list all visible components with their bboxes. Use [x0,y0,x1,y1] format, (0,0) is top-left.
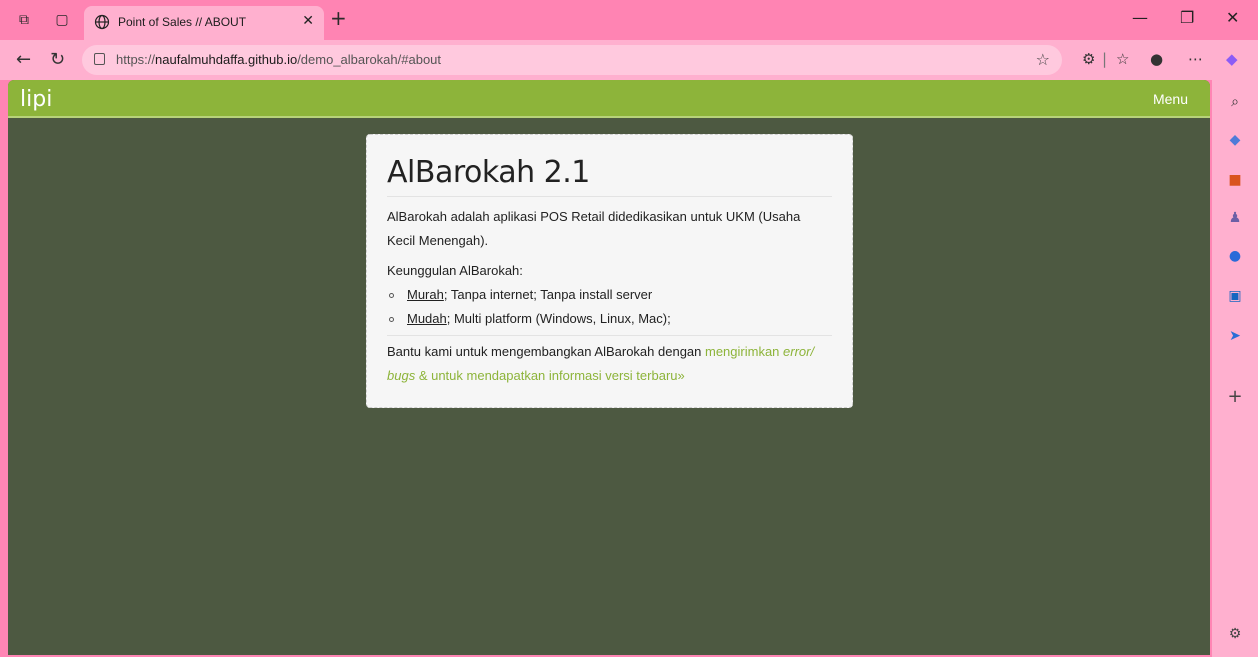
url-text[interactable]: https://naufalmuhdaffa.github.io/demo_al… [116,52,441,67]
games-icon[interactable]: ♟ [1225,208,1245,228]
browser-sidebar: ⌕ ◆ ■ ♟ ● ▣ ➤ + ⚙ [1212,80,1258,657]
advantage-keyword: Murah [407,287,444,302]
globe-icon [94,14,110,30]
toolbar-divider: | [1102,50,1108,68]
tools-briefcase-icon[interactable]: ■ [1225,170,1245,190]
add-sidebar-item-icon[interactable]: + [1225,386,1245,407]
extensions-icon[interactable]: ⚙ [1082,50,1095,68]
advantage-text: ; Multi platform (Windows, Linux, Mac); [446,311,671,326]
advantage-text: ; Tanpa internet; Tanpa install server [443,287,653,302]
favorite-star-icon[interactable]: ☆ [1036,50,1050,69]
tab-actions-icon[interactable]: ▢ [52,10,72,30]
site-brand[interactable]: lipi [20,87,52,112]
footer-text: Bantu kami untuk mengembangkan AlBarokah… [387,344,815,383]
favorites-icon[interactable]: ☆ [1116,50,1129,68]
workspaces-icon[interactable]: ⧉ [14,10,34,30]
intro-text: AlBarokah adalah aplikasi POS Retail did… [387,209,801,248]
advantage-keyword: Mudah [407,311,447,326]
search-icon[interactable]: ⌕ [1225,92,1245,112]
outlook-icon[interactable]: ▣ [1225,286,1245,306]
page-viewport: lipi Menu AlBarokah 2.1 AlBarokah adalah… [8,80,1210,655]
drop-send-icon[interactable]: ➤ [1225,326,1245,346]
lock-icon [94,53,105,65]
bullet-icon [389,317,394,322]
restore-icon[interactable]: ❐ [1180,8,1194,27]
microsoft-365-icon[interactable]: ● [1225,246,1245,266]
page-title: AlBarokah 2.1 [387,155,832,197]
divider [387,335,832,336]
browser-title-bar: ⧉ ▢ Point of Sales // ABOUT ✕ + — ❐ ✕ [0,0,1258,40]
about-card: AlBarokah 2.1 AlBarokah adalah aplikasi … [366,134,853,408]
minimize-icon[interactable]: — [1132,8,1148,27]
close-tab-icon[interactable]: ✕ [302,13,314,29]
advantages-heading: Keunggulan AlBarokah: [387,263,523,278]
copilot-icon[interactable]: ◆ [1226,50,1238,68]
address-bar-row: ← ↻ https://naufalmuhdaffa.github.io/dem… [0,40,1258,80]
sidebar-settings-icon[interactable]: ⚙ [1225,624,1245,644]
new-tab-icon[interactable]: + [330,8,347,28]
menu-button[interactable]: Menu [1153,91,1188,107]
more-options-icon[interactable]: ⋯ [1188,50,1203,68]
close-window-icon[interactable]: ✕ [1226,8,1239,27]
advantages-list: Murah; Tanpa internet; Tanpa install ser… [389,283,832,331]
profile-avatar-icon[interactable]: ● [1150,50,1163,68]
address-bar[interactable]: https://naufalmuhdaffa.github.io/demo_al… [82,45,1062,75]
refresh-icon[interactable]: ↻ [50,49,65,70]
site-navbar: lipi Menu [8,80,1210,118]
shopping-tag-icon[interactable]: ◆ [1225,130,1245,150]
active-tab[interactable]: Point of Sales // ABOUT ✕ [84,6,324,40]
tab-title: Point of Sales // ABOUT [118,15,247,29]
bullet-icon [389,293,394,298]
back-icon[interactable]: ← [16,49,31,70]
list-item: Mudah; Multi platform (Windows, Linux, M… [389,307,832,331]
list-item: Murah; Tanpa internet; Tanpa install ser… [389,283,832,307]
